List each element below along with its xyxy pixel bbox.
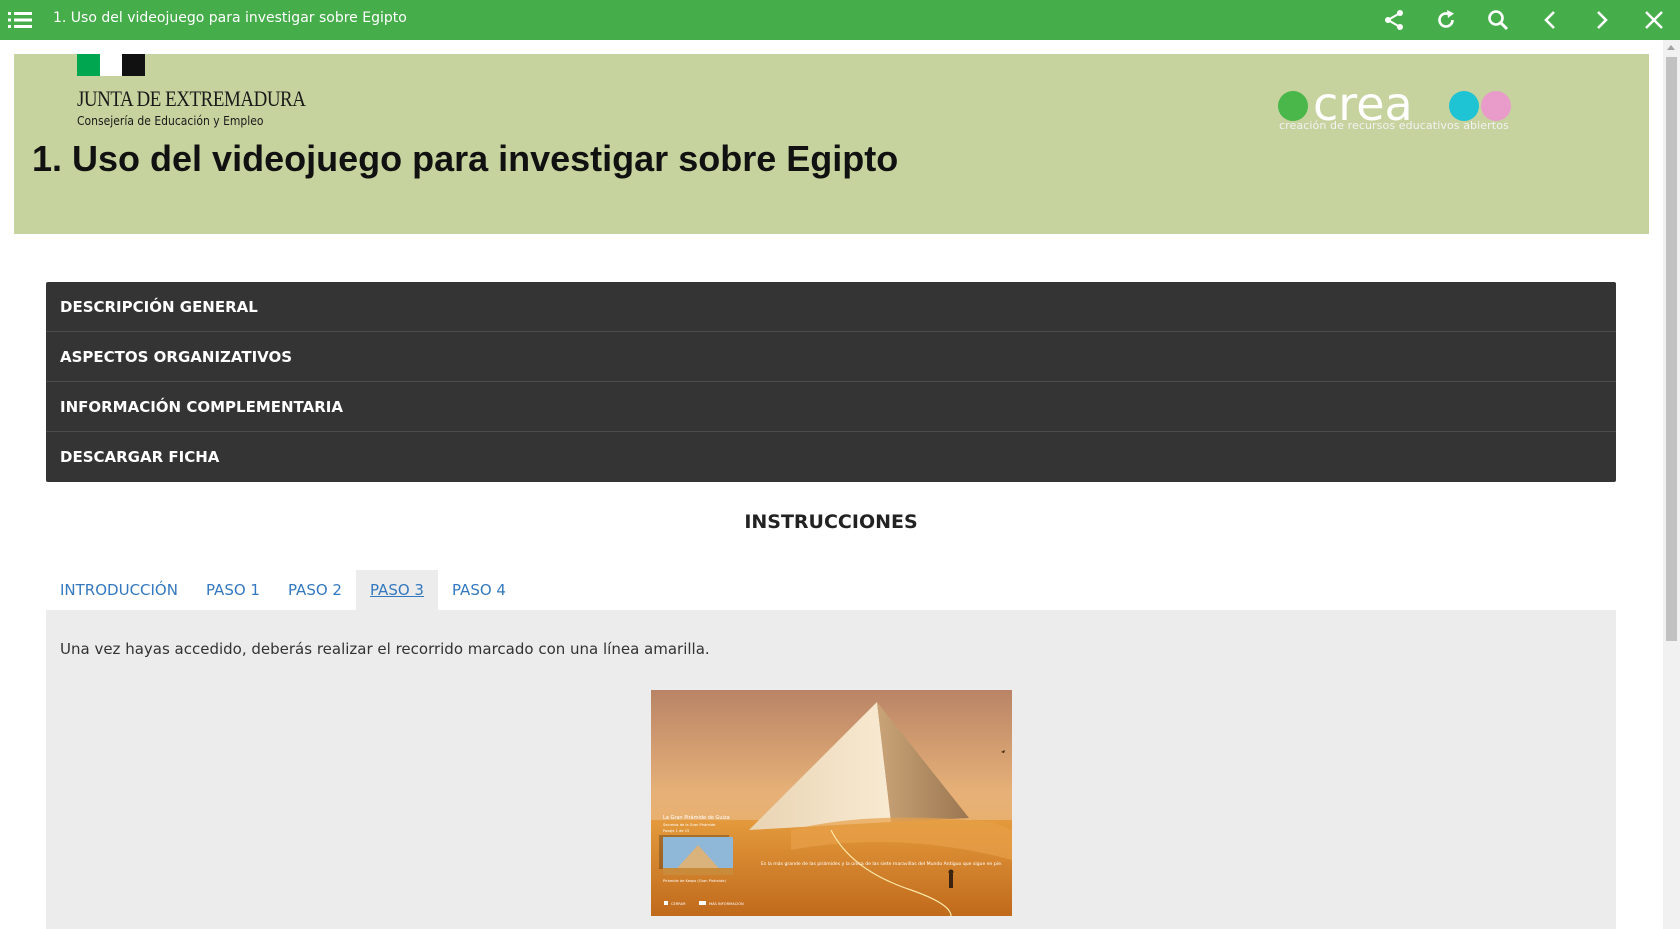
share-button[interactable] (1368, 0, 1420, 40)
image-narration: Es la más grande de las pirámides y la ú… (761, 860, 1002, 867)
info-accordion: DESCRIPCIÓN GENERAL ASPECTOS ORGANIZATIV… (46, 282, 1616, 482)
list-menu-icon[interactable] (8, 10, 34, 30)
game-screenshot-image: La Gran Pirámide de Guiza Secretos de la… (651, 690, 1012, 916)
image-subtitle: Secretos de la Gran Pirámide (663, 823, 716, 827)
next-button[interactable] (1576, 0, 1628, 40)
toolbar-title: 1. Uso del videojuego para investigar so… (53, 10, 407, 26)
junta-subtitle: Consejería de Educación y Empleo (77, 114, 264, 128)
scroll-up-arrow-icon[interactable] (1667, 45, 1675, 50)
share-icon (1385, 10, 1403, 30)
close-icon (1645, 11, 1663, 29)
search-icon (1488, 10, 1509, 31)
scrollbar-thumb[interactable] (1666, 57, 1677, 641)
accordion-item-aspectos[interactable]: ASPECTOS ORGANIZATIVOS (46, 332, 1616, 382)
image-more-info-label: MÁS INFORMACIÓN (709, 901, 744, 906)
tab-introduccion[interactable]: INTRODUCCIÓN (46, 570, 192, 610)
top-toolbar: 1. Uso del videojuego para investigar so… (0, 0, 1680, 40)
thumb-caption: Pirámide de Keops (Gran Pirámide) (663, 879, 726, 883)
tab-paso-2[interactable]: PASO 2 (274, 570, 356, 610)
junta-extremadura-logo: JUNTA DE EXTREMADURA Consejería de Educa… (77, 54, 343, 128)
reload-icon (1438, 10, 1454, 28)
page-scrollbar[interactable] (1663, 40, 1680, 929)
extremadura-flag-icon (77, 54, 145, 76)
search-button[interactable] (1472, 0, 1524, 40)
crea-subtitle: creación de recursos educativos abiertos (1279, 119, 1509, 132)
image-close-label: CERRAR (671, 902, 686, 906)
instructions-heading: INSTRUCCIONES (744, 511, 918, 533)
previous-button[interactable] (1524, 0, 1576, 40)
tab-paso-3[interactable]: PASO 3 (355, 570, 438, 610)
reload-button[interactable] (1420, 0, 1472, 40)
page-title: 1. Uso del videojuego para investigar so… (32, 138, 899, 179)
chevron-right-icon (1597, 11, 1608, 29)
accordion-item-descripcion[interactable]: DESCRIPCIÓN GENERAL (46, 282, 1616, 332)
accordion-item-descargar[interactable]: DESCARGAR FICHA (46, 432, 1616, 482)
tab-paso-1[interactable]: PASO 1 (192, 570, 274, 610)
panel-text: Una vez hayas accedido, deberás realizar… (60, 640, 710, 658)
junta-name: JUNTA DE EXTREMADURA (77, 86, 306, 111)
chevron-left-icon (1544, 11, 1555, 29)
image-title: La Gran Pirámide de Guiza (663, 814, 730, 821)
tab-paso-4[interactable]: PASO 4 (438, 570, 520, 610)
header-banner: JUNTA DE EXTREMADURA Consejería de Educa… (14, 54, 1649, 234)
close-button[interactable] (1628, 0, 1680, 40)
crea-logo: crea (1278, 84, 1511, 131)
instruction-tabs: INTRODUCCIÓN PASO 1 PASO 2 PASO 3 PASO 4 (46, 570, 520, 610)
image-counter: Pasaje 1 de 15 (663, 829, 689, 833)
tab-panel-paso-3: Una vez hayas accedido, deberás realizar… (46, 610, 1616, 929)
accordion-item-informacion[interactable]: INFORMACIÓN COMPLEMENTARIA (46, 382, 1616, 432)
toolbar-tools (1368, 0, 1680, 40)
